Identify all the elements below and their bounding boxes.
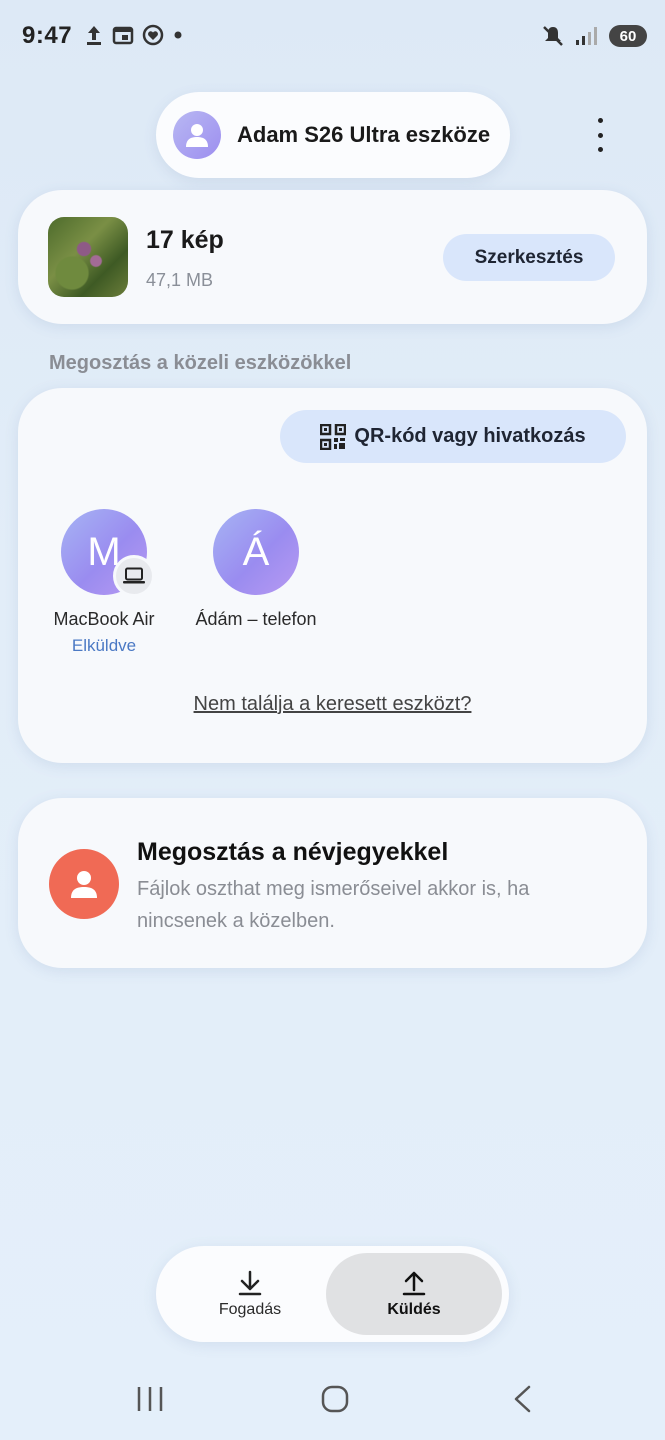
- upload-icon: [402, 1271, 426, 1296]
- device-avatar: Á: [213, 509, 299, 595]
- edit-button[interactable]: Szerkesztés: [443, 234, 615, 281]
- device-not-found-link[interactable]: Nem találja a keresett eszközt?: [18, 693, 647, 716]
- nearby-device-phone[interactable]: Á Ádám – telefon: [192, 509, 320, 630]
- nearby-device-macbook[interactable]: M MacBook Air Elküldve: [40, 509, 168, 656]
- device-status: Elküldve: [71, 636, 137, 655]
- more-options-icon-dot: [597, 147, 603, 152]
- status-time: 9:47: [22, 22, 73, 49]
- device-avatar: M: [61, 509, 155, 597]
- upload-notification-icon: [87, 26, 101, 45]
- recent-apps-icon[interactable]: [136, 1384, 164, 1414]
- total-size: 47,1 MB: [146, 270, 214, 290]
- tab-send[interactable]: Küldés: [326, 1253, 502, 1335]
- battery-indicator: 60: [609, 25, 647, 47]
- image-thumbnail[interactable]: [48, 217, 128, 297]
- share-with-contacts-card[interactable]: Megosztás a névjegyekkel Fájlok oszthat …: [18, 798, 647, 968]
- qr-button-label: QR-kód vagy hivatkozás: [354, 425, 586, 447]
- device-name: MacBook Air: [53, 609, 155, 629]
- more-options-icon-dot: [597, 132, 603, 138]
- tab-receive-label: Fogadás: [218, 1301, 282, 1318]
- laptop-icon: [113, 555, 155, 597]
- tab-receive[interactable]: Fogadás: [162, 1253, 338, 1335]
- device-name: Adam S26 Ultra eszköze: [237, 122, 491, 147]
- heart-notification-icon: [142, 24, 164, 46]
- share-summary-card: 17 kép 47,1 MB Szerkesztés: [18, 190, 647, 324]
- bottom-navigation: Fogadás Küldés: [156, 1246, 509, 1342]
- qr-code-icon: [320, 423, 347, 450]
- qr-code-or-link-button[interactable]: QR-kód vagy hivatkozás: [280, 410, 626, 463]
- contacts-description: Fájlok oszthat meg ismerőseivel akkor is…: [137, 878, 530, 932]
- signal-icon: [576, 27, 597, 45]
- more-options-button[interactable]: [585, 118, 615, 152]
- calendar-notification-icon: [112, 26, 134, 45]
- device-selector-pill[interactable]: Adam S26 Ultra eszköze: [156, 92, 510, 178]
- contact-person-icon: [49, 849, 119, 919]
- home-icon[interactable]: [320, 1384, 350, 1414]
- item-count: 17 kép: [146, 226, 224, 254]
- tab-send-label: Küldés: [387, 1301, 441, 1318]
- back-icon[interactable]: [510, 1384, 534, 1414]
- device-name: Ádám – telefon: [195, 609, 317, 629]
- more-notifications-dot-icon: [174, 31, 182, 39]
- device-initial: Á: [242, 529, 270, 574]
- status-system-icons: 60: [541, 24, 647, 48]
- more-options-icon: [597, 118, 603, 123]
- system-navigation-bar: [0, 1378, 665, 1422]
- contacts-title: Megosztás a névjegyekkel: [137, 838, 449, 866]
- person-icon: [186, 124, 208, 147]
- nearby-section-label: Megosztás a közeli eszközökkel: [49, 352, 352, 374]
- nearby-devices-card: QR-kód vagy hivatkozás M MacBook Air Elk…: [18, 388, 647, 763]
- download-icon: [238, 1270, 262, 1296]
- mute-icon: [543, 26, 563, 46]
- status-notification-icons: [84, 24, 184, 46]
- device-avatar: [173, 111, 221, 159]
